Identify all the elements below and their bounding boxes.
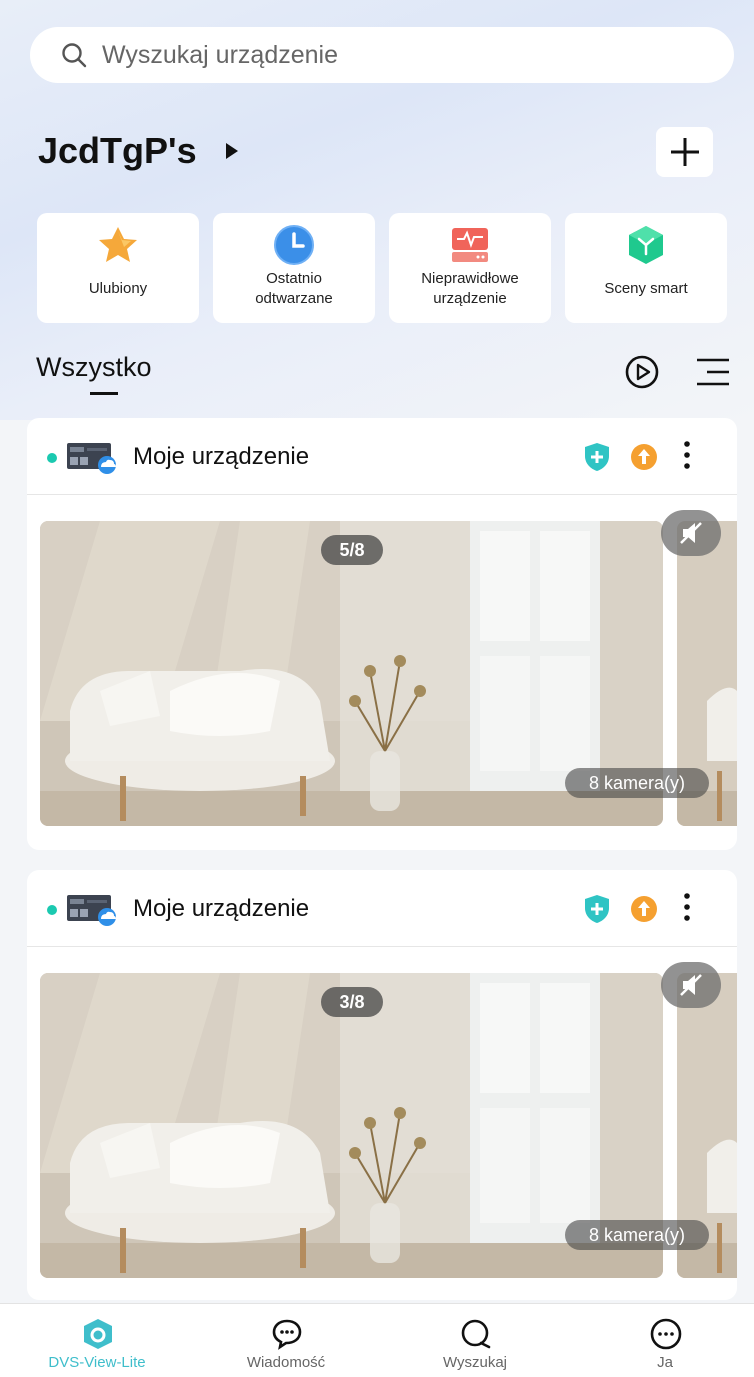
abnormal-device-icon: [452, 228, 488, 262]
nav-label: Wyszukaj: [442, 1354, 508, 1371]
nav-label: Wiadomość: [246, 1354, 326, 1371]
nav-home[interactable]: DVS-View-Lite: [17, 1304, 177, 1377]
nav-search[interactable]: Wyszukaj: [395, 1304, 555, 1377]
channel-page-badge: 3/8: [321, 987, 383, 1017]
quick-action-label: Nieprawidłowe urządzenie: [421, 270, 519, 307]
sort-menu-icon[interactable]: [695, 357, 731, 387]
device-name: Moje urządzenie: [133, 895, 310, 922]
home-title: JcdTgP's: [38, 130, 197, 171]
tab-indicator: [90, 392, 118, 395]
play-icon[interactable]: [624, 354, 660, 390]
home-icon: [84, 1319, 112, 1349]
device-name: Moje urządzenie: [133, 443, 310, 470]
add-device-button[interactable]: [656, 127, 713, 177]
camera-count-badge: 8 kamera(y): [565, 768, 709, 798]
nvr-device-icon: [67, 895, 116, 926]
triangle-right-icon: [225, 143, 238, 159]
speaker-off-icon: [680, 522, 702, 544]
nav-profile[interactable]: Ja: [585, 1304, 745, 1377]
nav-messages[interactable]: Wiadomość: [206, 1304, 366, 1377]
search-placeholder: Wyszukaj urządzenie: [102, 40, 338, 69]
star-icon: [99, 227, 137, 262]
quick-action-label: Ostatnio odtwarzane: [255, 270, 333, 307]
quick-action-label: Ulubiony: [88, 280, 148, 297]
device-card-header[interactable]: Moje urządzenie: [27, 870, 737, 947]
update-icon[interactable]: [630, 895, 658, 923]
online-status-dot: [47, 453, 57, 463]
speaker-off-icon: [680, 974, 702, 996]
camera-count-badge: 8 kamera(y): [565, 1220, 709, 1250]
mute-button[interactable]: [661, 962, 721, 1008]
nvr-device-icon: [67, 443, 116, 474]
quick-action-abnormal-device[interactable]: Nieprawidłowe urządzenie: [389, 213, 551, 323]
mute-button[interactable]: [661, 510, 721, 556]
device-card-header[interactable]: Moje urządzenie: [27, 418, 737, 495]
cloud-shield-icon[interactable]: [583, 442, 611, 472]
online-status-dot: [47, 905, 57, 915]
search-icon: [62, 43, 87, 68]
device-card[interactable]: Moje urządzenie: [27, 870, 737, 1300]
quick-action-label: Sceny smart: [604, 280, 688, 297]
clock-icon: [274, 225, 314, 265]
plus-icon: [670, 138, 699, 166]
search-bar[interactable]: Wyszukaj urządzenie: [30, 27, 734, 83]
quick-action-smart-scenes[interactable]: Sceny smart: [565, 213, 727, 323]
nav-label: Ja: [657, 1354, 673, 1371]
device-card[interactable]: Moje urządzenie: [27, 418, 737, 850]
quick-action-recent[interactable]: Ostatnio odtwarzane: [213, 213, 375, 323]
message-icon: [272, 1319, 302, 1350]
search-icon: [461, 1319, 491, 1349]
nav-label: DVS-View-Lite: [48, 1354, 146, 1371]
cloud-shield-icon[interactable]: [583, 894, 611, 924]
bottom-navigation: DVS-View-Lite Wiadomość Wyszukaj Ja: [0, 1303, 754, 1377]
profile-icon: [650, 1318, 682, 1350]
home-selector[interactable]: JcdTgP's: [38, 130, 239, 172]
smart-scene-icon: [629, 226, 663, 264]
quick-action-favorites[interactable]: Ulubiony: [37, 213, 199, 323]
tab-all[interactable]: Wszystko: [36, 352, 152, 383]
more-options-icon[interactable]: [681, 440, 693, 470]
more-options-icon[interactable]: [681, 892, 693, 922]
channel-page-badge: 5/8: [321, 535, 383, 565]
update-icon[interactable]: [630, 443, 658, 471]
